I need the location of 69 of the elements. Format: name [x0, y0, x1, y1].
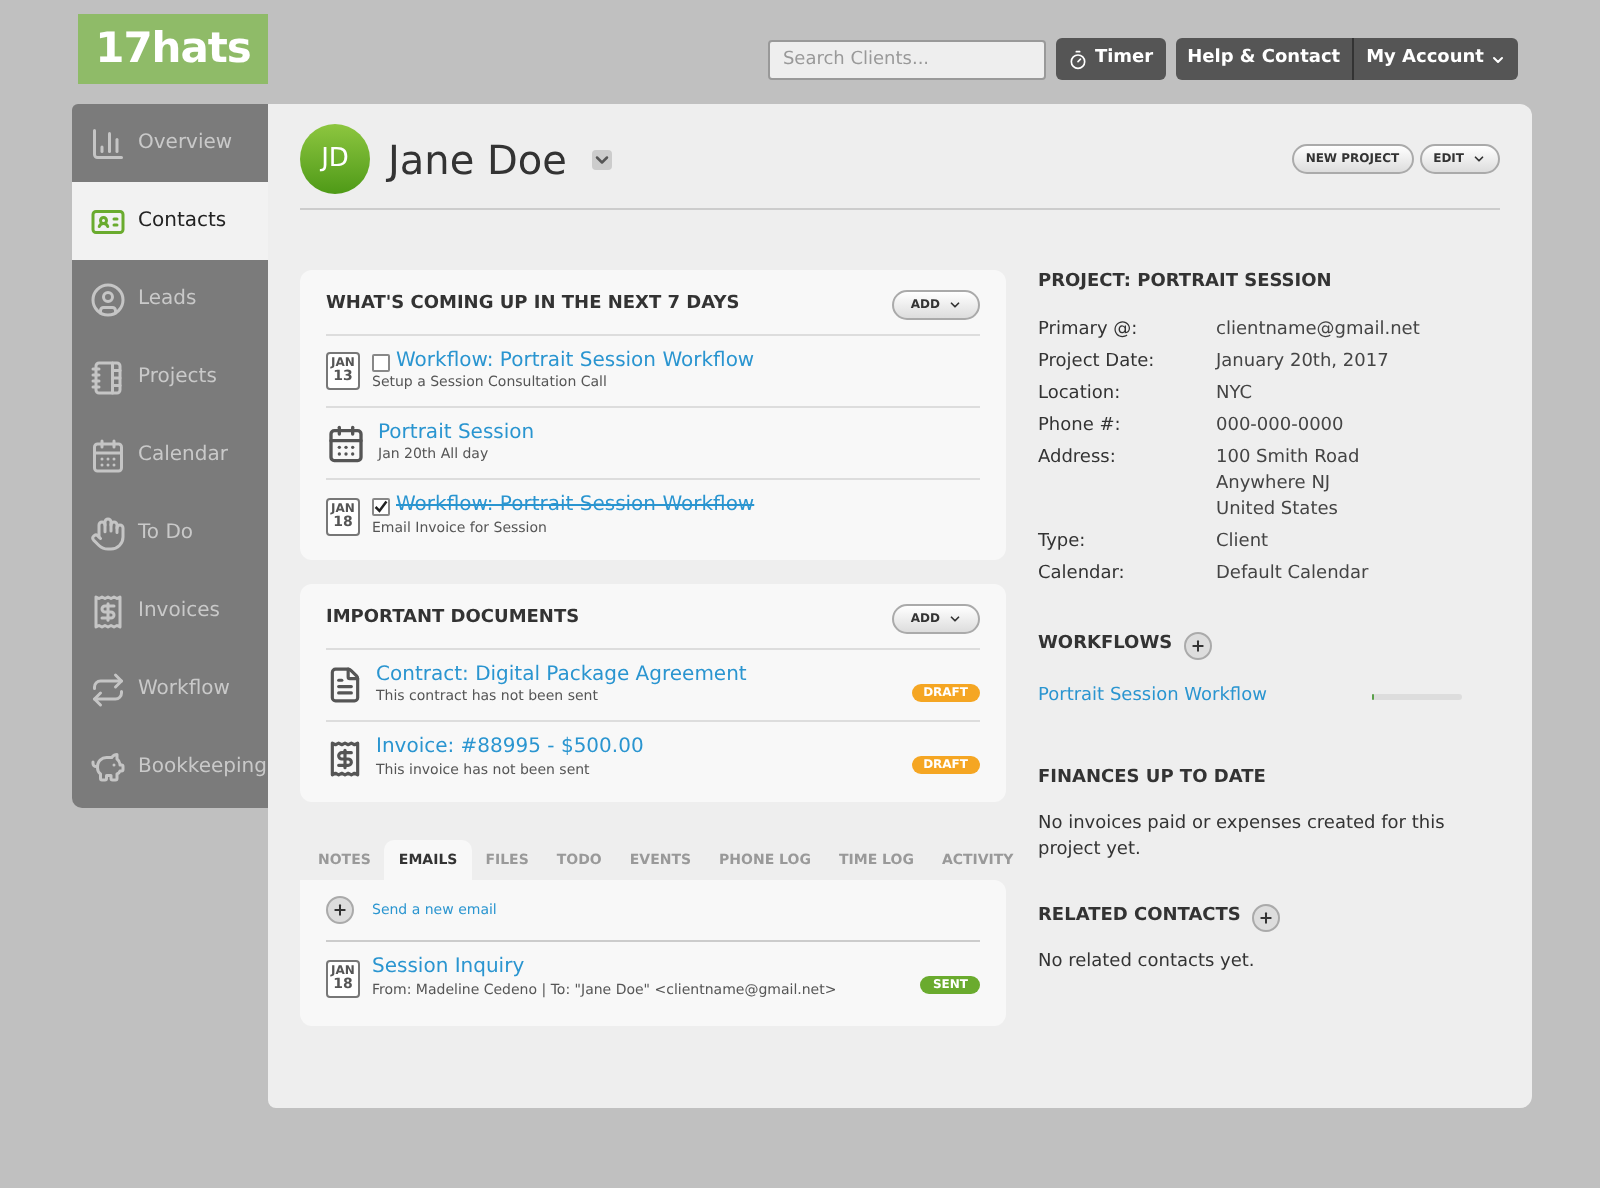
document-link[interactable]: Contract: Digital Package Agreement: [376, 663, 900, 689]
sidebar-item[interactable]: Overview: [72, 104, 268, 182]
sidebar-item[interactable]: Calendar: [72, 416, 268, 494]
help-contact-button[interactable]: Help & Contact: [1175, 38, 1355, 80]
nav-icon: [90, 593, 126, 629]
nav-icon: [90, 359, 126, 395]
caret-icon: [1472, 152, 1486, 166]
add-icon[interactable]: [1184, 631, 1213, 659]
item-link[interactable]: Workflow: Portrait Session Workflow: [396, 349, 755, 375]
field-value: United States: [1216, 497, 1340, 523]
field-label: Calendar:: [1038, 561, 1127, 587]
field-value: NYC: [1216, 381, 1253, 407]
field-value: Default Calendar: [1216, 561, 1369, 587]
add-icon[interactable]: [326, 896, 354, 924]
section-title: RELATED CONTACTS: [1038, 903, 1241, 930]
email-subject[interactable]: Session Inquiry: [372, 956, 909, 982]
nav-icon: [90, 671, 126, 707]
checkbox[interactable]: [372, 498, 390, 517]
sidebar-item[interactable]: Leads: [72, 260, 268, 338]
stopwatch-icon: [1068, 49, 1089, 69]
related-text: No related contacts yet.: [1038, 949, 1257, 975]
invoice-icon: [326, 739, 364, 777]
workflow-link[interactable]: Portrait Session Workflow: [1038, 683, 1267, 710]
sidebar-item[interactable]: Bookkeeping: [72, 728, 268, 806]
dropdown-icon[interactable]: [592, 149, 613, 169]
field-label: Type:: [1038, 529, 1088, 555]
caret-icon: [1490, 51, 1506, 67]
field-value: clientname@gmail.net: [1216, 317, 1420, 343]
item-link[interactable]: Portrait Session: [378, 421, 535, 447]
field-label: Project Date:: [1038, 349, 1157, 375]
sidebar-item[interactable]: To Do: [72, 494, 268, 572]
section-title: FINANCES UP TO DATE: [1038, 766, 1268, 792]
sidebar-item[interactable]: Invoices: [72, 572, 268, 650]
field-value: 000-000-0000: [1216, 413, 1344, 439]
logo[interactable]: 17hats: [78, 14, 268, 84]
section-title: WORKFLOWS: [1038, 631, 1173, 658]
nav-icon: [90, 125, 126, 161]
timer-button[interactable]: Timer: [1056, 38, 1166, 80]
calendar-icon: [326, 423, 366, 463]
item-link[interactable]: Workflow: Portrait Session Workflow: [396, 494, 755, 520]
sidebar-item[interactable]: Contacts: [72, 182, 268, 260]
field-value: Anywhere NJ: [1216, 471, 1333, 497]
search-field[interactable]: Search Clients...: [768, 39, 1047, 79]
card-title: WHAT'S COMING UP IN THE NEXT 7 DAYS: [326, 291, 740, 318]
checkbox[interactable]: [372, 353, 390, 372]
my-account-button[interactable]: My Account: [1354, 38, 1518, 80]
card-title: IMPORTANT DOCUMENTS: [326, 605, 580, 632]
document-icon: [326, 666, 364, 704]
nav-icon: [90, 437, 126, 473]
sidebar-item[interactable]: Projects: [72, 338, 268, 416]
document-link[interactable]: Invoice: #88995 - $500.00: [376, 736, 900, 762]
sidebar-item[interactable]: Workflow: [72, 650, 268, 728]
field-label: Primary @:: [1038, 317, 1140, 343]
section-title: PROJECT: PORTRAIT SESSION: [1038, 270, 1334, 296]
field-value: Client: [1216, 529, 1269, 555]
add-icon[interactable]: [1252, 903, 1281, 931]
field-value: 100 Smith Road: [1216, 445, 1360, 471]
nav-icon: [90, 749, 126, 785]
nav-icon: [90, 515, 126, 551]
contact-name: Jane Doe: [388, 133, 567, 187]
caret-icon: [948, 298, 962, 312]
field-value: January 20th, 2017: [1216, 349, 1389, 375]
caret-icon: [948, 612, 962, 626]
field-label: Location:: [1038, 381, 1123, 407]
avatar: JD: [300, 124, 370, 194]
nav-icon: [90, 281, 126, 317]
field-label: Address:: [1038, 445, 1118, 471]
finances-text: No invoices paid or expenses created for this project yet.: [1038, 811, 1447, 863]
field-label: Phone #:: [1038, 413, 1123, 439]
